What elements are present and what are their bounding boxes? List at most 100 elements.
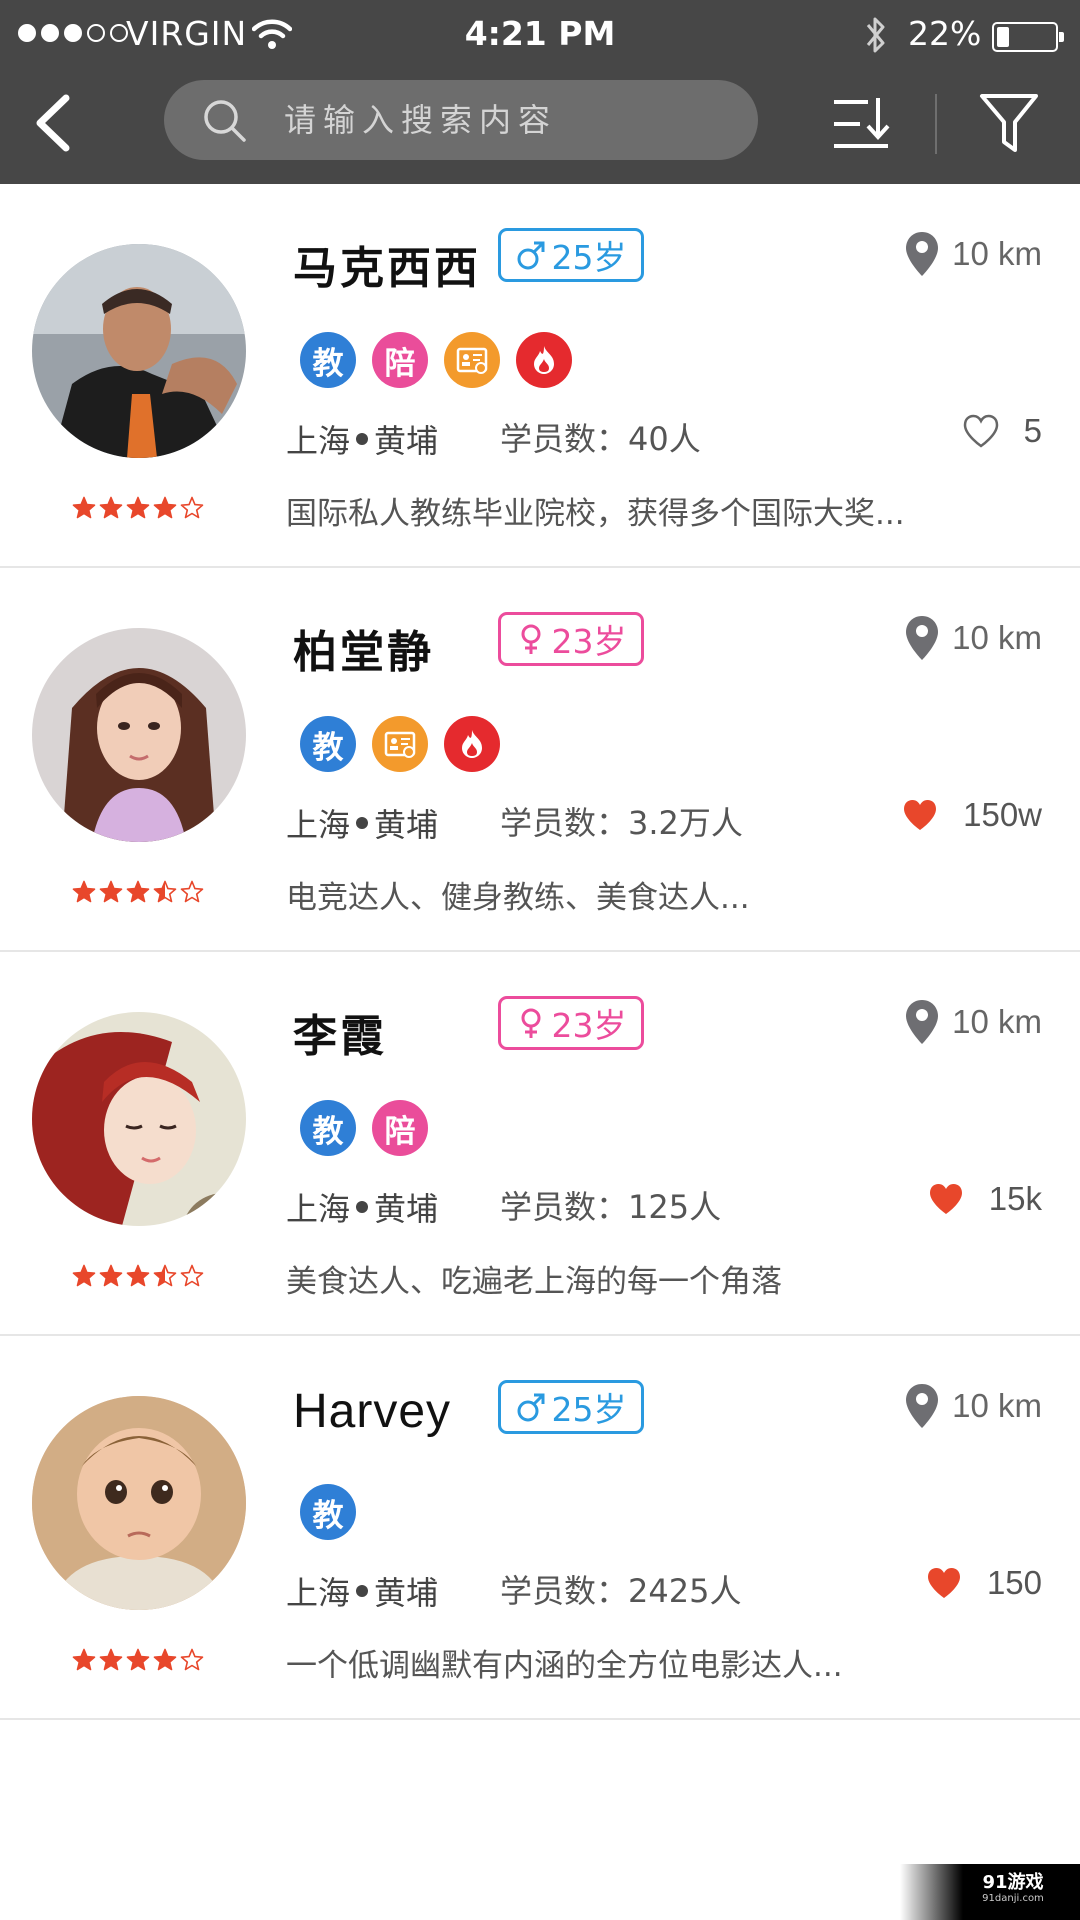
male-icon: [517, 1393, 544, 1422]
hot-flame-icon: [444, 716, 500, 772]
like-button[interactable]: 5: [962, 412, 1042, 450]
age-label: 23岁: [551, 1006, 627, 1045]
svg-text:91游戏: 91游戏: [982, 1871, 1043, 1893]
like-count: 15k: [988, 1180, 1042, 1217]
star-filled-icon: [72, 880, 96, 903]
distance: 10 km: [904, 1382, 1042, 1430]
star-empty-icon: [180, 1264, 204, 1287]
avatar[interactable]: [32, 628, 246, 842]
like-count: 5: [1023, 412, 1042, 449]
sort-descending-icon[interactable]: [830, 94, 892, 154]
city-label: 上海: [286, 422, 351, 460]
star-filled-icon: [126, 1648, 150, 1671]
age-label: 23岁: [551, 622, 627, 661]
nav-divider: [935, 94, 937, 154]
coach-list: 马克西西 25岁 10 km 教 陪 上海 黄埔 学员数：40人 5 国际私人教…: [0, 184, 1080, 1720]
avatar[interactable]: [32, 244, 246, 458]
hot-flame-icon: [516, 332, 572, 388]
coach-name[interactable]: Harvey: [293, 1384, 451, 1439]
location-pin-icon: [906, 232, 939, 276]
status-bar: VIRGIN 4:21 PM 22%: [0, 0, 1080, 70]
student-count: 学员数：2425人: [500, 1572, 742, 1610]
svg-text:91danji.com: 91danji.com: [982, 1893, 1044, 1904]
age-label: 25岁: [551, 238, 627, 277]
coach-card[interactable]: 柏堂静 23岁 10 km 教 上海 黄埔 学员数：3.2万人 150w 电竞达…: [0, 568, 1080, 952]
accompany-tag: 陪: [372, 332, 428, 388]
avatar-photo: [32, 1396, 246, 1610]
female-icon: [521, 1008, 540, 1038]
male-icon: [517, 241, 544, 270]
star-empty-icon: [180, 880, 204, 903]
avatar-photo: [32, 1012, 246, 1226]
location-pin-icon: [906, 1384, 939, 1428]
coach-card[interactable]: Harvey 25岁 10 km 教 上海 黄埔 学员数：2425人 150 一…: [0, 1336, 1080, 1720]
teach-tag: 教: [300, 1484, 356, 1540]
city-label: 上海: [286, 1574, 351, 1612]
female-icon: [521, 624, 540, 654]
gender-age-badge: 23岁: [498, 996, 644, 1050]
like-count: 150w: [963, 796, 1042, 833]
battery-percentage: 22%: [908, 14, 982, 53]
separator-dot: [356, 433, 369, 445]
star-filled-icon: [126, 1264, 150, 1287]
like-button[interactable]: 15k: [927, 1180, 1042, 1218]
avatar[interactable]: [32, 1012, 246, 1226]
search-bar[interactable]: [164, 80, 758, 160]
star-half-icon: [153, 880, 177, 903]
back-button[interactable]: [24, 88, 84, 158]
coach-description: 美食达人、吃遍老上海的每一个角落: [286, 1264, 782, 1300]
teach-tag: 教: [300, 716, 356, 772]
avatar-photo: [32, 244, 246, 458]
coach-card[interactable]: 李霞 23岁 10 km 教 陪 上海 黄埔 学员数：125人 15k 美食达人…: [0, 952, 1080, 1336]
star-filled-icon: [99, 1648, 123, 1671]
coach-name[interactable]: 马克西西: [293, 232, 481, 296]
gender-age-badge: 23岁: [498, 612, 644, 666]
star-rating: [72, 1648, 204, 1672]
coach-description: 一个低调幽默有内涵的全方位电影达人...: [286, 1648, 843, 1684]
star-filled-icon: [99, 1264, 123, 1287]
watermark-logo: 91游戏 91danji.com: [982, 1871, 1044, 1904]
star-empty-icon: [180, 496, 204, 519]
gender-age-badge: 25岁: [498, 228, 644, 282]
distance: 10 km: [904, 230, 1042, 278]
coach-description: 电竞达人、健身教练、美食达人...: [286, 880, 750, 916]
certified-icon: [372, 716, 428, 772]
distance-label: 10 km: [952, 235, 1042, 272]
distance-label: 10 km: [952, 1387, 1042, 1424]
district-label: 黄埔: [374, 806, 439, 844]
star-filled-icon: [153, 496, 177, 519]
star-empty-icon: [180, 1648, 204, 1671]
student-count: 学员数：125人: [500, 1188, 722, 1226]
district-label: 黄埔: [374, 1190, 439, 1228]
avatar-photo: [32, 628, 246, 842]
star-rating: [72, 1264, 204, 1288]
separator-dot: [356, 1585, 369, 1597]
heart-filled-icon: [904, 800, 937, 830]
tag-row: 教: [300, 716, 500, 772]
city-label: 上海: [286, 806, 351, 844]
tag-row: 教: [300, 1484, 356, 1540]
student-count: 学员数：40人: [500, 420, 701, 458]
like-count: 150: [986, 1564, 1042, 1601]
avatar[interactable]: [32, 1396, 246, 1610]
like-button[interactable]: 150w: [901, 796, 1042, 834]
district-label: 黄埔: [374, 1574, 439, 1612]
coach-card[interactable]: 马克西西 25岁 10 km 教 陪 上海 黄埔 学员数：40人 5 国际私人教…: [0, 184, 1080, 568]
like-button[interactable]: 150: [925, 1564, 1042, 1602]
filter-funnel-icon[interactable]: [978, 90, 1040, 156]
star-rating: [72, 496, 204, 520]
location-pin-icon: [906, 616, 939, 660]
gender-age-badge: 25岁: [498, 1380, 644, 1434]
watermark: 91游戏 91danji.com: [900, 1864, 1080, 1920]
coach-name[interactable]: 李霞: [293, 1000, 387, 1064]
bluetooth-icon: [866, 17, 885, 53]
star-rating: [72, 880, 204, 904]
search-input[interactable]: [284, 80, 744, 160]
star-filled-icon: [72, 496, 96, 519]
battery-icon: [992, 22, 1064, 52]
coach-name[interactable]: 柏堂静: [293, 616, 434, 680]
location: 上海 黄埔: [286, 1568, 438, 1614]
star-filled-icon: [99, 496, 123, 519]
separator-dot: [356, 1201, 369, 1213]
location-pin-icon: [906, 1000, 939, 1044]
